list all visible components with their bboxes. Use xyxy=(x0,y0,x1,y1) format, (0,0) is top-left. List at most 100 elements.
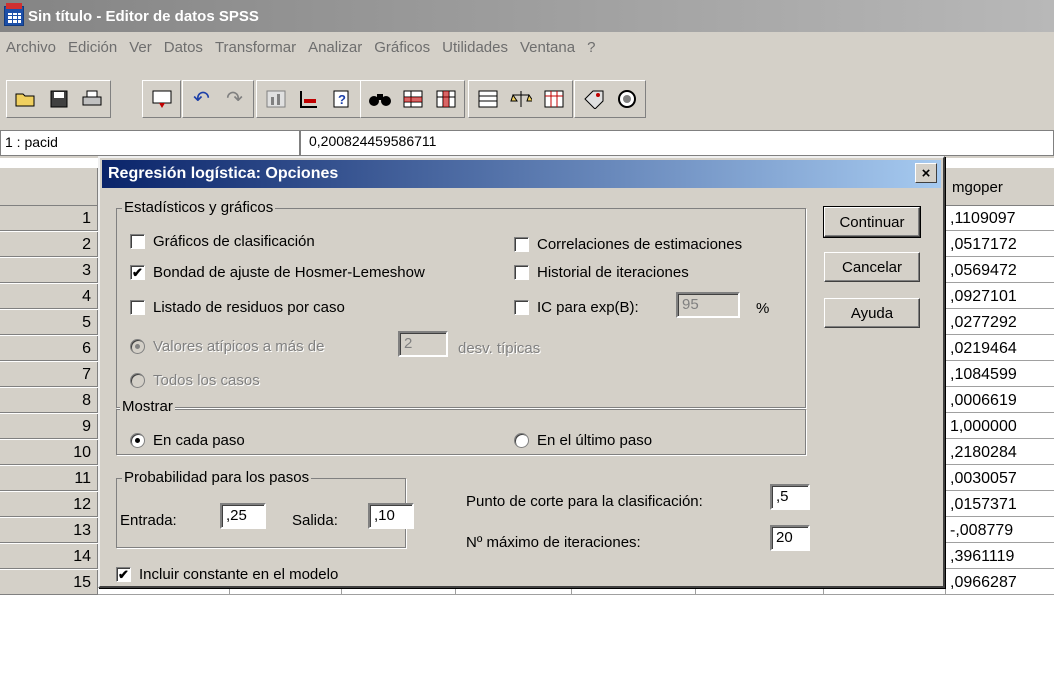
cancel-button[interactable]: Cancelar xyxy=(824,252,920,282)
ci-expb-checkbox[interactable]: IC para exp(B): xyxy=(514,299,639,316)
row-number[interactable]: 14 xyxy=(0,544,98,569)
data-cell[interactable]: ,0157371 xyxy=(946,492,1054,517)
data-cell[interactable]: ,0966287 xyxy=(946,570,1054,595)
correlations-checkbox[interactable]: Correlaciones de estimaciones xyxy=(514,236,742,253)
removal-input[interactable]: ,10 xyxy=(368,503,414,529)
iteration-history-label: Historial de iteraciones xyxy=(537,264,689,281)
include-constant-box[interactable]: ✔ xyxy=(116,567,131,582)
row-number[interactable]: 9 xyxy=(0,414,98,439)
iteration-history-box[interactable] xyxy=(514,265,529,280)
data-cell[interactable]: ,0569472 xyxy=(946,258,1054,283)
row-number[interactable]: 2 xyxy=(0,232,98,257)
data-cell[interactable]: ,1084599 xyxy=(946,362,1054,387)
last-step-radio-button[interactable] xyxy=(514,433,529,448)
include-constant-checkbox[interactable]: ✔ Incluir constante en el modelo xyxy=(116,566,338,583)
data-cell[interactable]: ,0277292 xyxy=(946,310,1054,335)
undo-icon[interactable]: ↶ xyxy=(185,84,218,114)
save-icon[interactable] xyxy=(42,84,75,114)
row-number[interactable]: 12 xyxy=(0,492,98,517)
cutoff-input[interactable]: ,5 xyxy=(770,484,810,510)
casewise-residuals-checkbox[interactable]: Listado de residuos por caso xyxy=(130,299,345,316)
close-button[interactable]: × xyxy=(915,163,937,183)
menu-analizar[interactable]: Analizar xyxy=(302,39,368,56)
cell-reference[interactable]: 1 : pacid xyxy=(0,130,300,156)
entry-label: Entrada: xyxy=(120,512,177,529)
data-cell[interactable]: ,2180284 xyxy=(946,440,1054,465)
continue-button[interactable]: Continuar xyxy=(823,206,921,238)
row-number[interactable]: 15 xyxy=(0,570,98,595)
entry-input[interactable]: ,25 xyxy=(220,503,266,529)
cell-value-editor[interactable]: 0,200824459586711 xyxy=(300,130,1054,156)
last-step-radio[interactable]: En el último paso xyxy=(514,432,652,449)
row-number[interactable]: 4 xyxy=(0,284,98,309)
row-number[interactable]: 3 xyxy=(0,258,98,283)
corner-header[interactable] xyxy=(0,168,98,206)
data-cell[interactable]: ,0006619 xyxy=(946,388,1054,413)
hosmer-lemeshow-label: Bondad de ajuste de Hosmer-Lemeshow xyxy=(153,264,425,281)
all-cases-radio-button[interactable] xyxy=(130,373,145,388)
goto-chart-icon[interactable] xyxy=(259,84,292,114)
use-sets-icon[interactable] xyxy=(610,84,643,114)
select-cases-icon[interactable] xyxy=(537,84,570,114)
data-cell[interactable]: 1,000000 xyxy=(946,414,1054,439)
row-number[interactable]: 8 xyxy=(0,388,98,413)
classification-plots-box[interactable] xyxy=(130,234,145,249)
menu-transformar[interactable]: Transformar xyxy=(209,39,302,56)
open-folder-icon[interactable] xyxy=(9,84,42,114)
each-step-radio-button[interactable] xyxy=(130,433,145,448)
menu-archivo[interactable]: Archivo xyxy=(0,39,62,56)
hosmer-lemeshow-checkbox[interactable]: ✔ Bondad de ajuste de Hosmer-Lemeshow xyxy=(130,264,425,281)
insert-case-icon[interactable] xyxy=(396,84,429,114)
outliers-std-dev-input[interactable]: 2 xyxy=(398,331,448,357)
goto-case-icon[interactable] xyxy=(292,84,325,114)
classification-plots-checkbox[interactable]: Gráficos de clasificación xyxy=(130,233,315,250)
row-number[interactable]: 10 xyxy=(0,440,98,465)
menu-ventana[interactable]: Ventana xyxy=(514,39,581,56)
column-header-mgoper[interactable]: mgoper xyxy=(946,168,1054,206)
data-cell[interactable]: ,1109097 xyxy=(946,206,1054,231)
menu-edicion[interactable]: Edición xyxy=(62,39,123,56)
help-button[interactable]: Ayuda xyxy=(824,298,920,328)
split-file-icon[interactable] xyxy=(471,84,504,114)
redo-icon[interactable]: ↷ xyxy=(218,84,251,114)
data-cell[interactable]: ,0517172 xyxy=(946,232,1054,257)
toolbar-group-labels xyxy=(574,80,646,118)
data-cell[interactable]: ,0219464 xyxy=(946,336,1054,361)
menu-help[interactable]: ? xyxy=(581,39,601,56)
outliers-radio-button[interactable] xyxy=(130,339,145,354)
each-step-radio[interactable]: En cada paso xyxy=(130,432,245,449)
row-number[interactable]: 6 xyxy=(0,336,98,361)
print-icon[interactable] xyxy=(75,84,108,114)
row-number[interactable]: 7 xyxy=(0,362,98,387)
data-cell[interactable]: ,0030057 xyxy=(946,466,1054,491)
casewise-residuals-box[interactable] xyxy=(130,300,145,315)
max-iterations-input[interactable]: 20 xyxy=(770,525,810,551)
row-number[interactable]: 1 xyxy=(0,206,98,231)
ci-expb-box[interactable] xyxy=(514,300,529,315)
value-labels-icon[interactable] xyxy=(577,84,610,114)
hosmer-lemeshow-box[interactable]: ✔ xyxy=(130,265,145,280)
iteration-history-checkbox[interactable]: Historial de iteraciones xyxy=(514,264,689,281)
spss-app-icon xyxy=(4,3,24,26)
all-cases-radio[interactable]: Todos los casos xyxy=(130,372,260,389)
weight-cases-icon[interactable] xyxy=(504,84,537,114)
data-cell[interactable]: ,3961119 xyxy=(946,544,1054,569)
row-number[interactable]: 5 xyxy=(0,310,98,335)
data-cell[interactable]: -,008779 xyxy=(946,518,1054,543)
find-icon[interactable] xyxy=(363,84,396,114)
ci-value-input[interactable]: 95 xyxy=(676,292,740,318)
data-cell[interactable]: ,0927101 xyxy=(946,284,1054,309)
row-number[interactable]: 11 xyxy=(0,466,98,491)
menu-datos[interactable]: Datos xyxy=(158,39,209,56)
insert-variable-icon[interactable] xyxy=(429,84,462,114)
outliers-radio[interactable]: Valores atípicos a más de xyxy=(130,338,324,355)
max-iterations-label: Nº máximo de iteraciones: xyxy=(466,534,641,551)
dialog-title-bar[interactable]: Regresión logística: Opciones × xyxy=(102,160,941,188)
row-number[interactable]: 13 xyxy=(0,518,98,543)
dialog-recall-icon[interactable] xyxy=(145,84,178,114)
menu-graficos[interactable]: Gráficos xyxy=(368,39,436,56)
variables-icon[interactable]: ? xyxy=(325,84,358,114)
menu-ver[interactable]: Ver xyxy=(123,39,158,56)
menu-utilidades[interactable]: Utilidades xyxy=(436,39,514,56)
correlations-box[interactable] xyxy=(514,237,529,252)
